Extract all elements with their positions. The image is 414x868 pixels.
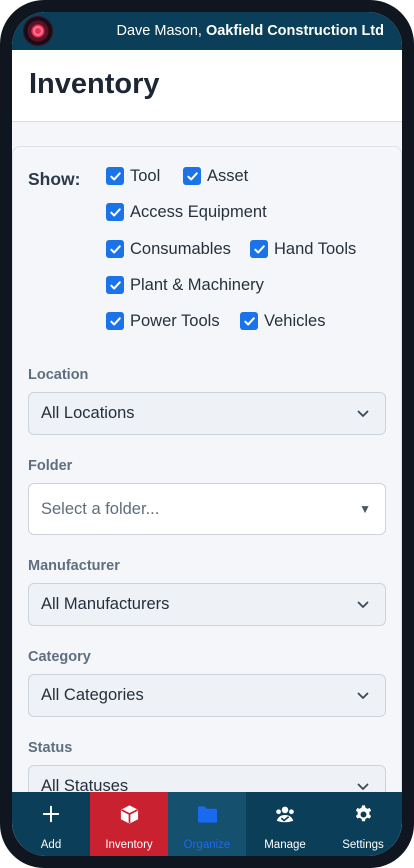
nav-manage[interactable]: Manage <box>246 792 324 856</box>
manufacturer-select[interactable]: All Manufacturers <box>28 583 386 626</box>
nav-label: Manage <box>264 839 306 851</box>
checkbox-label: Tool <box>130 166 161 185</box>
folder-select[interactable]: Select a folder... ▼ <box>28 483 386 535</box>
checkbox-checked-icon[interactable] <box>106 312 124 330</box>
location-value: All Locations <box>41 404 135 422</box>
title-area: Inventory <box>12 50 402 122</box>
top-header: Dave Mason, Oakfield Construction Ltd <box>12 12 402 50</box>
bottom-navigation: Add Inventory Organize Manage Settings <box>12 792 402 856</box>
checkbox-label: Power Tools <box>130 311 220 330</box>
nav-settings[interactable]: Settings <box>324 792 402 856</box>
people-icon <box>274 803 296 825</box>
plus-icon <box>40 803 62 825</box>
nav-label: Organize <box>183 839 231 851</box>
nav-inventory[interactable]: Inventory <box>90 792 168 856</box>
nav-label: Inventory <box>105 839 153 851</box>
checkbox-tool[interactable]: Tool <box>106 166 160 186</box>
chevron-down-icon <box>357 783 369 790</box>
app-screen: Dave Mason, Oakfield Construction Ltd In… <box>12 12 402 856</box>
page-title: Inventory <box>29 68 160 100</box>
location-select[interactable]: All Locations <box>28 392 386 435</box>
checkbox-label: Plant & Machinery <box>130 275 264 294</box>
category-value: All Categories <box>41 686 144 704</box>
checkbox-checked-icon[interactable] <box>250 240 268 258</box>
checkbox-checked-icon[interactable] <box>106 240 124 258</box>
checkbox-label: Asset <box>207 166 249 185</box>
nav-add[interactable]: Add <box>12 792 90 856</box>
checkbox-checked-icon[interactable] <box>183 167 201 185</box>
chevron-down-icon <box>357 692 369 699</box>
checkbox-checked-icon[interactable] <box>106 167 124 185</box>
folder-placeholder: Select a folder... <box>41 499 160 518</box>
checkbox-label: Vehicles <box>264 311 326 330</box>
chevron-down-icon <box>357 410 369 417</box>
checkbox-vehicles[interactable]: Vehicles <box>240 311 325 331</box>
user-company-line: Dave Mason, Oakfield Construction Ltd <box>117 23 385 39</box>
checkbox-checked-icon[interactable] <box>240 312 258 330</box>
folder-icon <box>196 803 218 825</box>
checkbox-consumables[interactable]: Consumables <box>106 239 231 259</box>
checkbox-hand-tools[interactable]: Hand Tools <box>250 239 356 259</box>
manufacturer-value: All Manufacturers <box>41 595 170 613</box>
dropdown-triangle-icon: ▼ <box>359 502 371 516</box>
checkbox-label: Consumables <box>130 239 231 258</box>
nav-label: Add <box>40 839 62 851</box>
checkbox-label: Access Equipment <box>130 202 267 221</box>
nav-label: Settings <box>342 839 384 851</box>
box-icon <box>118 803 140 825</box>
category-select[interactable]: All Categories <box>28 674 386 717</box>
checkbox-checked-icon[interactable] <box>106 203 124 221</box>
company-logo-icon <box>24 17 52 45</box>
checkbox-label: Hand Tools <box>274 239 357 258</box>
checkbox-access-equipment[interactable]: Access Equipment <box>106 202 267 222</box>
status-label: Status <box>28 740 73 756</box>
show-label: Show: <box>28 169 81 189</box>
nav-organize[interactable]: Organize <box>168 792 246 856</box>
checkbox-checked-icon[interactable] <box>106 276 124 294</box>
company-name: Oakfield Construction Ltd <box>205 23 384 39</box>
checkbox-power-tools[interactable]: Power Tools <box>106 311 220 331</box>
device-frame: Dave Mason, Oakfield Construction Ltd In… <box>0 0 414 868</box>
checkbox-plant-machinery[interactable]: Plant & Machinery <box>106 275 264 295</box>
manufacturer-label: Manufacturer <box>28 558 120 574</box>
user-name: Dave Mason, <box>116 23 202 39</box>
checkbox-asset[interactable]: Asset <box>183 166 248 186</box>
chevron-down-icon <box>357 601 369 608</box>
location-label: Location <box>28 367 89 383</box>
category-label: Category <box>28 649 91 665</box>
gear-icon <box>352 803 374 825</box>
folder-label: Folder <box>28 458 73 474</box>
